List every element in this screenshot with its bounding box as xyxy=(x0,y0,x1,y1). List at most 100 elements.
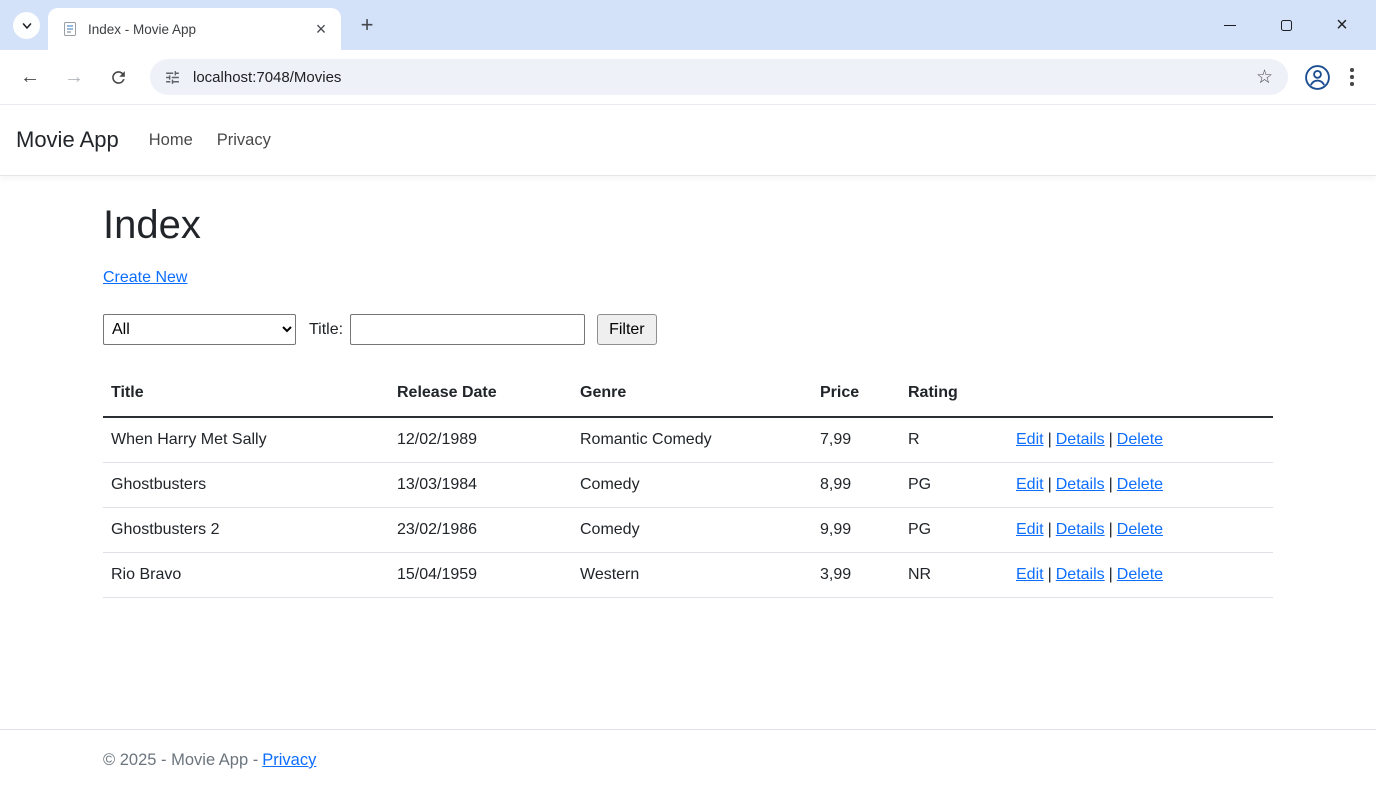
action-separator: | xyxy=(1048,476,1052,493)
action-separator: | xyxy=(1048,521,1052,538)
movie-rating-cell: PG xyxy=(900,508,1008,553)
movie-genre-cell: Western xyxy=(572,553,812,598)
maximize-icon xyxy=(1281,20,1292,31)
movie-actions-cell: Edit|Details|Delete xyxy=(1008,553,1273,598)
header-rating: Rating xyxy=(900,376,1008,417)
footer-privacy-link[interactable]: Privacy xyxy=(262,751,316,769)
movie-price-cell: 9,99 xyxy=(812,508,900,553)
movies-table: Title Release Date Genre Price Rating Wh… xyxy=(103,376,1273,598)
nav-privacy-link[interactable]: Privacy xyxy=(209,123,279,158)
header-price: Price xyxy=(812,376,900,417)
action-separator: | xyxy=(1109,566,1113,583)
filter-form: All Title: Filter xyxy=(103,314,1273,345)
browser-toolbar: ← → localhost:7048/Movies ☆ xyxy=(0,50,1376,105)
header-genre: Genre xyxy=(572,376,812,417)
page-title: Index xyxy=(103,203,1273,248)
window-close-button[interactable]: × xyxy=(1314,0,1370,50)
kebab-menu-icon xyxy=(1350,68,1354,72)
site-settings-icon[interactable] xyxy=(164,69,181,86)
action-separator: | xyxy=(1109,521,1113,538)
delete-link[interactable]: Delete xyxy=(1117,521,1163,538)
movie-row: Ghostbusters 13/03/1984 Comedy 8,99 PG E… xyxy=(103,463,1273,508)
delete-link[interactable]: Delete xyxy=(1117,566,1163,583)
details-link[interactable]: Details xyxy=(1056,566,1105,583)
create-new-link[interactable]: Create New xyxy=(103,269,187,287)
tab-close-icon[interactable]: × xyxy=(309,17,333,41)
movie-title-cell: Ghostbusters xyxy=(103,463,389,508)
delete-link[interactable]: Delete xyxy=(1117,431,1163,448)
movie-row: When Harry Met Sally 12/02/1989 Romantic… xyxy=(103,417,1273,463)
page-content: Movie App Home Privacy Index Create New … xyxy=(0,105,1376,797)
table-header-row: Title Release Date Genre Price Rating xyxy=(103,376,1273,417)
title-filter-input[interactable] xyxy=(350,314,585,345)
movie-release-date-cell: 13/03/1984 xyxy=(389,463,572,508)
edit-link[interactable]: Edit xyxy=(1016,521,1044,538)
main-content: Index Create New All Title: Filter Title… xyxy=(103,176,1273,729)
movie-release-date-cell: 15/04/1959 xyxy=(389,553,572,598)
movie-release-date-cell: 12/02/1989 xyxy=(389,417,572,463)
movie-release-date-cell: 23/02/1986 xyxy=(389,508,572,553)
movie-rating-cell: NR xyxy=(900,553,1008,598)
movie-genre-cell: Romantic Comedy xyxy=(572,417,812,463)
movie-actions-cell: Edit|Details|Delete xyxy=(1008,463,1273,508)
details-link[interactable]: Details xyxy=(1056,476,1105,493)
forward-button[interactable]: → xyxy=(55,58,93,96)
movie-title-cell: When Harry Met Sally xyxy=(103,417,389,463)
movie-row: Rio Bravo 15/04/1959 Western 3,99 NR Edi… xyxy=(103,553,1273,598)
bookmark-star-icon[interactable]: ☆ xyxy=(1247,66,1282,89)
header-title: Title xyxy=(103,376,389,417)
tab-title: Index - Movie App xyxy=(88,22,309,37)
profile-person-icon xyxy=(1304,64,1331,91)
details-link[interactable]: Details xyxy=(1056,431,1105,448)
reload-button[interactable] xyxy=(99,58,137,96)
edit-link[interactable]: Edit xyxy=(1016,566,1044,583)
genre-select[interactable]: All xyxy=(103,314,296,345)
address-bar[interactable]: localhost:7048/Movies ☆ xyxy=(150,59,1288,95)
site-navbar: Movie App Home Privacy xyxy=(0,105,1376,176)
profile-avatar[interactable] xyxy=(1300,60,1334,94)
header-actions xyxy=(1008,376,1273,417)
edit-link[interactable]: Edit xyxy=(1016,476,1044,493)
nav-home-link[interactable]: Home xyxy=(141,123,201,158)
movies-table-body: When Harry Met Sally 12/02/1989 Romantic… xyxy=(103,417,1273,598)
movie-actions-cell: Edit|Details|Delete xyxy=(1008,417,1273,463)
movie-genre-cell: Comedy xyxy=(572,463,812,508)
window-controls: × xyxy=(1202,0,1370,50)
movie-genre-cell: Comedy xyxy=(572,508,812,553)
action-separator: | xyxy=(1109,476,1113,493)
close-icon: × xyxy=(1336,15,1348,35)
movie-title-cell: Ghostbusters 2 xyxy=(103,508,389,553)
filter-button[interactable]: Filter xyxy=(597,314,657,345)
movie-title-cell: Rio Bravo xyxy=(103,553,389,598)
action-separator: | xyxy=(1048,566,1052,583)
window-minimize-button[interactable] xyxy=(1202,0,1258,50)
action-separator: | xyxy=(1109,431,1113,448)
movie-price-cell: 8,99 xyxy=(812,463,900,508)
movie-rating-cell: PG xyxy=(900,463,1008,508)
window-maximize-button[interactable] xyxy=(1258,0,1314,50)
footer-copyright: © 2025 - Movie App - xyxy=(103,751,258,769)
minimize-icon xyxy=(1224,25,1236,26)
details-link[interactable]: Details xyxy=(1056,521,1105,538)
movie-price-cell: 7,99 xyxy=(812,417,900,463)
new-tab-button[interactable]: + xyxy=(353,11,381,39)
tab-search-button[interactable] xyxy=(13,12,40,39)
site-footer: © 2025 - Movie App -Privacy xyxy=(0,729,1376,797)
page-favicon-icon xyxy=(62,21,78,37)
movie-row: Ghostbusters 2 23/02/1986 Comedy 9,99 PG… xyxy=(103,508,1273,553)
title-filter-label: Title: xyxy=(309,321,343,339)
edit-link[interactable]: Edit xyxy=(1016,431,1044,448)
active-browser-tab[interactable]: Index - Movie App × xyxy=(48,8,341,50)
chevron-down-icon xyxy=(21,20,33,32)
url-text[interactable]: localhost:7048/Movies xyxy=(193,69,1247,86)
movie-actions-cell: Edit|Details|Delete xyxy=(1008,508,1273,553)
delete-link[interactable]: Delete xyxy=(1117,476,1163,493)
movie-price-cell: 3,99 xyxy=(812,553,900,598)
browser-menu-button[interactable] xyxy=(1338,60,1366,94)
back-button[interactable]: ← xyxy=(11,58,49,96)
header-release-date: Release Date xyxy=(389,376,572,417)
action-separator: | xyxy=(1048,431,1052,448)
browser-tab-strip: Index - Movie App × + × xyxy=(0,0,1376,50)
brand-link[interactable]: Movie App xyxy=(16,127,119,153)
movie-rating-cell: R xyxy=(900,417,1008,463)
